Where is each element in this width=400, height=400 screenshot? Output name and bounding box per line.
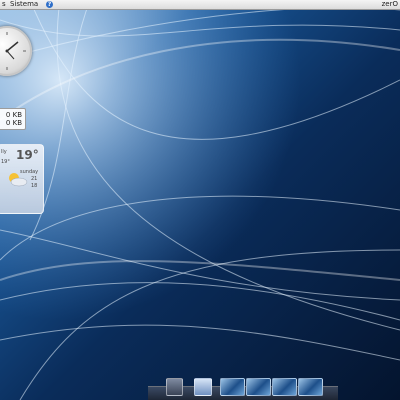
- window-preview[interactable]: [220, 378, 245, 396]
- network-monitor-widget[interactable]: 0 KB 0 KB: [0, 108, 26, 130]
- window-preview[interactable]: [246, 378, 271, 396]
- places-menu[interactable]: s: [0, 0, 8, 9]
- weather-low: 19°: [1, 159, 10, 165]
- top-panel: s Sistema ? zerO: [0, 0, 400, 10]
- weather-value: 21: [31, 176, 38, 182]
- weather-value: 18: [31, 183, 38, 189]
- weather-city: lly: [1, 149, 7, 155]
- clock-icon: [5, 32, 26, 70]
- download-rate: 0 KB: [5, 119, 22, 127]
- desktop-wallpaper: [0, 0, 400, 400]
- user-name[interactable]: zerO: [382, 0, 398, 9]
- window-preview[interactable]: [298, 378, 323, 396]
- system-menu[interactable]: Sistema: [8, 0, 40, 9]
- partly-cloudy-icon: [9, 173, 28, 187]
- upload-rate: 0 KB: [5, 111, 22, 119]
- window-preview[interactable]: [272, 378, 297, 396]
- weather-temperature: 19°: [16, 148, 39, 162]
- mail-icon[interactable]: [194, 378, 212, 396]
- weather-widget[interactable]: lly 19° 19° sunday 21 18: [0, 144, 44, 214]
- help-icon[interactable]: ?: [46, 1, 53, 8]
- clock-widget[interactable]: [0, 26, 32, 76]
- terminal-icon[interactable]: [166, 378, 183, 396]
